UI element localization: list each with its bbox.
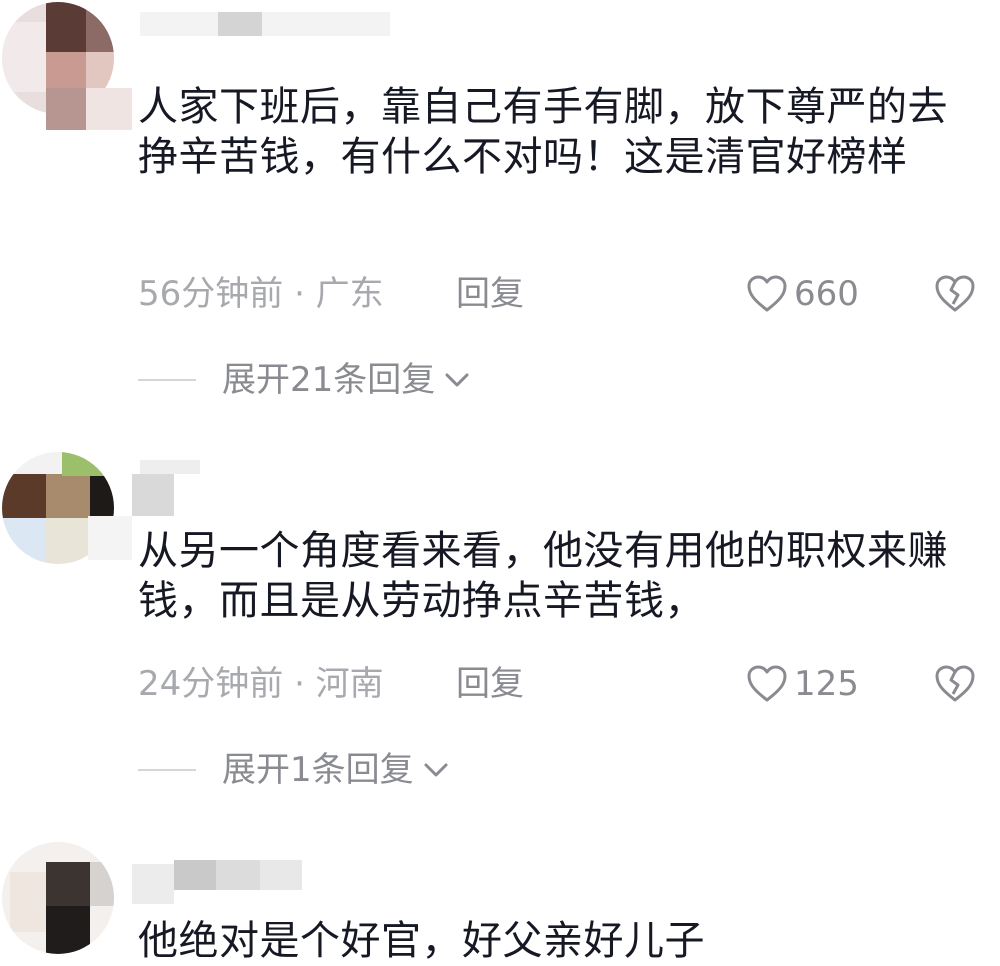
- like-button[interactable]: 660: [746, 274, 859, 314]
- avatar-blur: [46, 88, 86, 130]
- expand-replies-button[interactable]: 展开21条回复: [138, 360, 471, 400]
- comment-time-location: 24分钟前 · 河南: [138, 664, 384, 704]
- comment-text: 他绝对是个好官，好父亲好儿子: [138, 918, 705, 964]
- dislike-button[interactable]: [934, 274, 976, 318]
- dislike-button[interactable]: [934, 664, 976, 708]
- comment-text: 人家下班后，靠自己有手有脚，放下尊严的去挣辛苦钱，有什么不对吗！这是清官好榜样: [138, 84, 948, 180]
- like-count: 125: [794, 664, 859, 704]
- like-count: 660: [794, 274, 859, 314]
- broken-heart-icon: [935, 665, 975, 702]
- heart-outline-icon: [747, 275, 787, 312]
- avatar-blur: [132, 474, 174, 516]
- heart-outline-icon: [747, 665, 787, 702]
- chevron-down-icon: [445, 373, 469, 387]
- comment-time-location: 56分钟前 · 广东: [138, 274, 384, 314]
- avatar-blur: [86, 88, 132, 130]
- avatar-blur: [88, 516, 132, 560]
- divider: [138, 769, 196, 771]
- avatar-blur: [132, 864, 174, 904]
- reply-button[interactable]: 回复: [456, 274, 524, 314]
- divider: [138, 379, 196, 381]
- comment-text: 从另一个角度看来看，他没有用他的职权来赚钱，而且是从劳动挣点辛苦钱，: [138, 528, 948, 624]
- expand-replies-button[interactable]: 展开1条回复: [138, 750, 450, 790]
- chevron-down-icon: [424, 763, 448, 777]
- expand-replies-label: 展开1条回复: [222, 750, 414, 790]
- username[interactable]: [140, 460, 200, 474]
- username[interactable]: [140, 12, 390, 36]
- avatar[interactable]: [2, 842, 114, 954]
- reply-button[interactable]: 回复: [456, 664, 524, 704]
- broken-heart-icon: [935, 275, 975, 312]
- username[interactable]: [174, 860, 302, 890]
- like-button[interactable]: 125: [746, 664, 859, 704]
- expand-replies-label: 展开21条回复: [222, 360, 436, 400]
